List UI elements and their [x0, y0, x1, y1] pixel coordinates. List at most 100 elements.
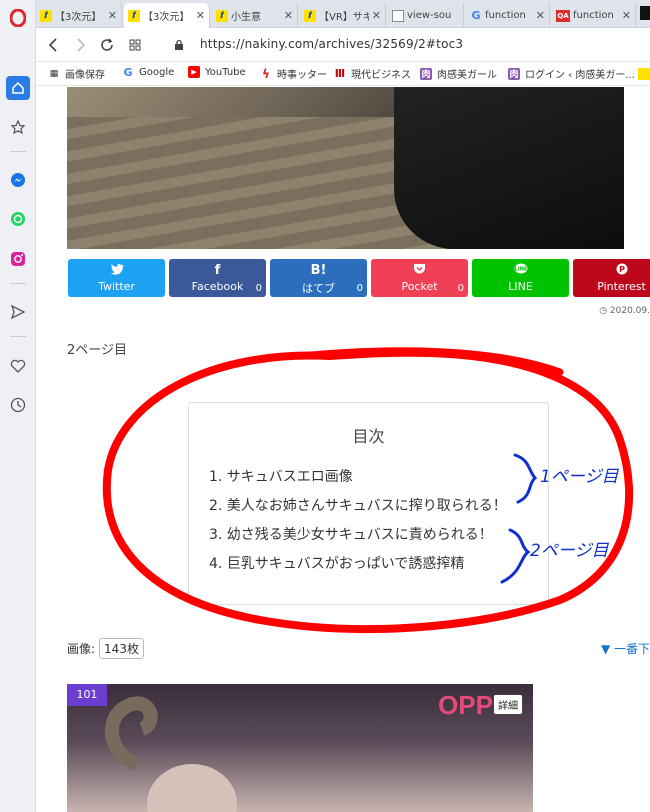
image-count-label: 画像: [67, 642, 96, 656]
nakiny-favicon: 𝒇 [216, 9, 228, 22]
url-field[interactable]: https://nakiny.com/archives/32569/2#toc3 [200, 37, 463, 51]
horns-graphic [104, 696, 237, 812]
detail-button[interactable]: 詳細 [493, 694, 523, 715]
share-hatena-button[interactable]: B! はてブ 0 [270, 259, 367, 297]
google-favicon: G [471, 9, 481, 22]
opera-logo-icon[interactable] [6, 6, 30, 30]
browser-window: 𝒇 【3次元】 ✕ 𝒇 【3次元】 ✕ 𝒇 小生意 ✕ 𝒇 【VR】サキ ✕ v… [0, 0, 650, 812]
share-facebook-button[interactable]: f Facebook 0 [169, 259, 266, 297]
tab-4[interactable]: 𝒇 【VR】サキ ✕ [300, 3, 386, 28]
speed-dial-icon[interactable] [6, 115, 30, 139]
tab-3[interactable]: 𝒇 小生意 ✕ [212, 3, 298, 28]
bookmark-item[interactable]: Ⅲ 現代ビジネス [334, 66, 411, 81]
share-label: LINE [508, 280, 533, 293]
share-pinterest-button[interactable]: P Pinterest [573, 259, 650, 297]
share-label: Pocket [401, 280, 438, 293]
tab-1[interactable]: 𝒇 【3次元】 ✕ [36, 3, 122, 28]
back-icon[interactable] [44, 36, 62, 54]
image-brand-text: OPP [438, 690, 493, 720]
lock-icon[interactable] [170, 36, 188, 54]
page-content: Twitter f Facebook 0 B! はてブ 0 Pocket 0 L… [37, 87, 650, 812]
forward-icon[interactable] [72, 36, 90, 54]
clock-icon: ◷ [599, 306, 610, 316]
share-label: Twitter [98, 280, 135, 293]
share-count: 0 [457, 283, 464, 294]
share-line-button[interactable]: LINE LINE [472, 259, 569, 297]
tab-label: function [573, 10, 614, 21]
toc-title: 目次 [352, 427, 385, 446]
bookmark-item[interactable]: 肉 肉感美ガール [420, 66, 497, 81]
share-count: 0 [255, 283, 262, 294]
heart-icon[interactable] [6, 354, 30, 378]
tab-6[interactable]: G function ✕ [466, 3, 550, 28]
bookmark-item[interactable]: ▶ YouTube [188, 66, 246, 78]
bookmark-item[interactable]: 肉 ログイン ‹ 肉感美ガー... [508, 66, 635, 81]
tab-strip: 𝒇 【3次元】 ✕ 𝒇 【3次元】 ✕ 𝒇 小生意 ✕ 𝒇 【VR】サキ ✕ v… [36, 0, 650, 28]
bookmark-item[interactable]: ϟ 時事ッター [260, 66, 327, 82]
close-icon[interactable]: ✕ [108, 9, 117, 22]
close-icon[interactable]: ✕ [284, 9, 293, 22]
whatsapp-icon[interactable] [6, 207, 30, 231]
image-count-value: 143枚 [99, 638, 144, 659]
niku-icon: 肉 [420, 67, 432, 80]
bookmark-label: 現代ビジネス [351, 70, 411, 81]
bookmark-icon: ▦ [49, 68, 59, 79]
svg-text:LINE: LINE [514, 267, 527, 273]
qa-favicon: QA [556, 9, 570, 22]
home-icon[interactable] [6, 76, 30, 100]
image-stairs [67, 117, 447, 249]
messenger-icon[interactable] [6, 168, 30, 192]
share-count: 0 [356, 283, 363, 294]
sidebar-divider [10, 151, 26, 152]
sidebar-divider [10, 336, 26, 337]
share-twitter-button[interactable]: Twitter [68, 259, 165, 297]
bookmark-label: 肉感美ガール [437, 70, 497, 81]
line-icon: LINE [472, 263, 569, 279]
tab-label: 小生意 [231, 12, 261, 23]
image-shadow [394, 87, 624, 249]
pinterest-icon: P [573, 263, 650, 279]
tab-5[interactable]: view-sou [388, 3, 464, 28]
toc-item[interactable]: 1. サキュバスエロ画像 [209, 463, 507, 492]
article-image[interactable] [67, 87, 624, 249]
post-date: ◷ 2020.09. [599, 306, 650, 316]
bookmark-label: 時事ッター [277, 70, 327, 81]
twitter-icon [68, 263, 165, 279]
image-count: 画像: 143枚 [67, 638, 144, 659]
close-icon[interactable]: ✕ [622, 9, 631, 22]
toc-item[interactable]: 3. 幼さ残る美少女サキュバスに責められる！ [209, 521, 507, 550]
nakiny-favicon: 𝒇 [304, 9, 316, 22]
share-label: はてブ [302, 282, 335, 295]
google-icon: G [123, 65, 133, 79]
close-icon[interactable]: ✕ [196, 9, 205, 22]
pocket-icon [371, 263, 468, 279]
history-icon[interactable] [6, 393, 30, 417]
jump-to-bottom-link[interactable]: ▼ 一番下 [601, 640, 650, 657]
gallery-image[interactable]: 101 OPP 詳細 [67, 684, 533, 812]
bookmark-label: ログイン ‹ 肉感美ガー... [525, 70, 635, 81]
tab-2[interactable]: 𝒇 【3次元】 ✕ [124, 3, 210, 28]
send-icon[interactable] [6, 300, 30, 324]
sidebar-divider [10, 283, 26, 284]
tab-label: 【VR】サキ [319, 12, 369, 23]
close-icon[interactable]: ✕ [536, 9, 545, 22]
toc-item[interactable]: 2. 美人なお姉さんサキュバスに搾り取られる！ [209, 492, 507, 521]
page-number-label: 2ページ目 [67, 343, 128, 358]
bookmark-item[interactable]: ▦ 画像保存 [48, 66, 105, 82]
hatena-icon: B! [310, 263, 327, 278]
bolt-icon: ϟ [262, 66, 270, 81]
bookmarks-bar: ▦ 画像保存 G Google ▶ YouTube ϟ 時事ッター Ⅲ 現代ビジ… [36, 62, 650, 86]
nakiny-favicon: 𝒇 [40, 9, 52, 22]
share-pocket-button[interactable]: Pocket 0 [371, 259, 468, 297]
tab-overflow[interactable] [640, 6, 650, 20]
close-icon[interactable]: ✕ [372, 9, 381, 22]
nakiny-favicon: 𝒇 [128, 9, 140, 22]
toc-item[interactable]: 4. 巨乳サキュバスがおっぱいで誘惑搾精 [209, 550, 507, 579]
bookmark-item[interactable]: G Google [122, 65, 174, 79]
bookmark-overflow[interactable] [638, 68, 650, 80]
tab-grid-icon[interactable] [126, 36, 144, 54]
tab-7[interactable]: QA function ✕ [552, 3, 636, 28]
youtube-icon: ▶ [188, 66, 200, 78]
reload-icon[interactable] [98, 36, 116, 54]
instagram-icon[interactable] [6, 247, 30, 271]
